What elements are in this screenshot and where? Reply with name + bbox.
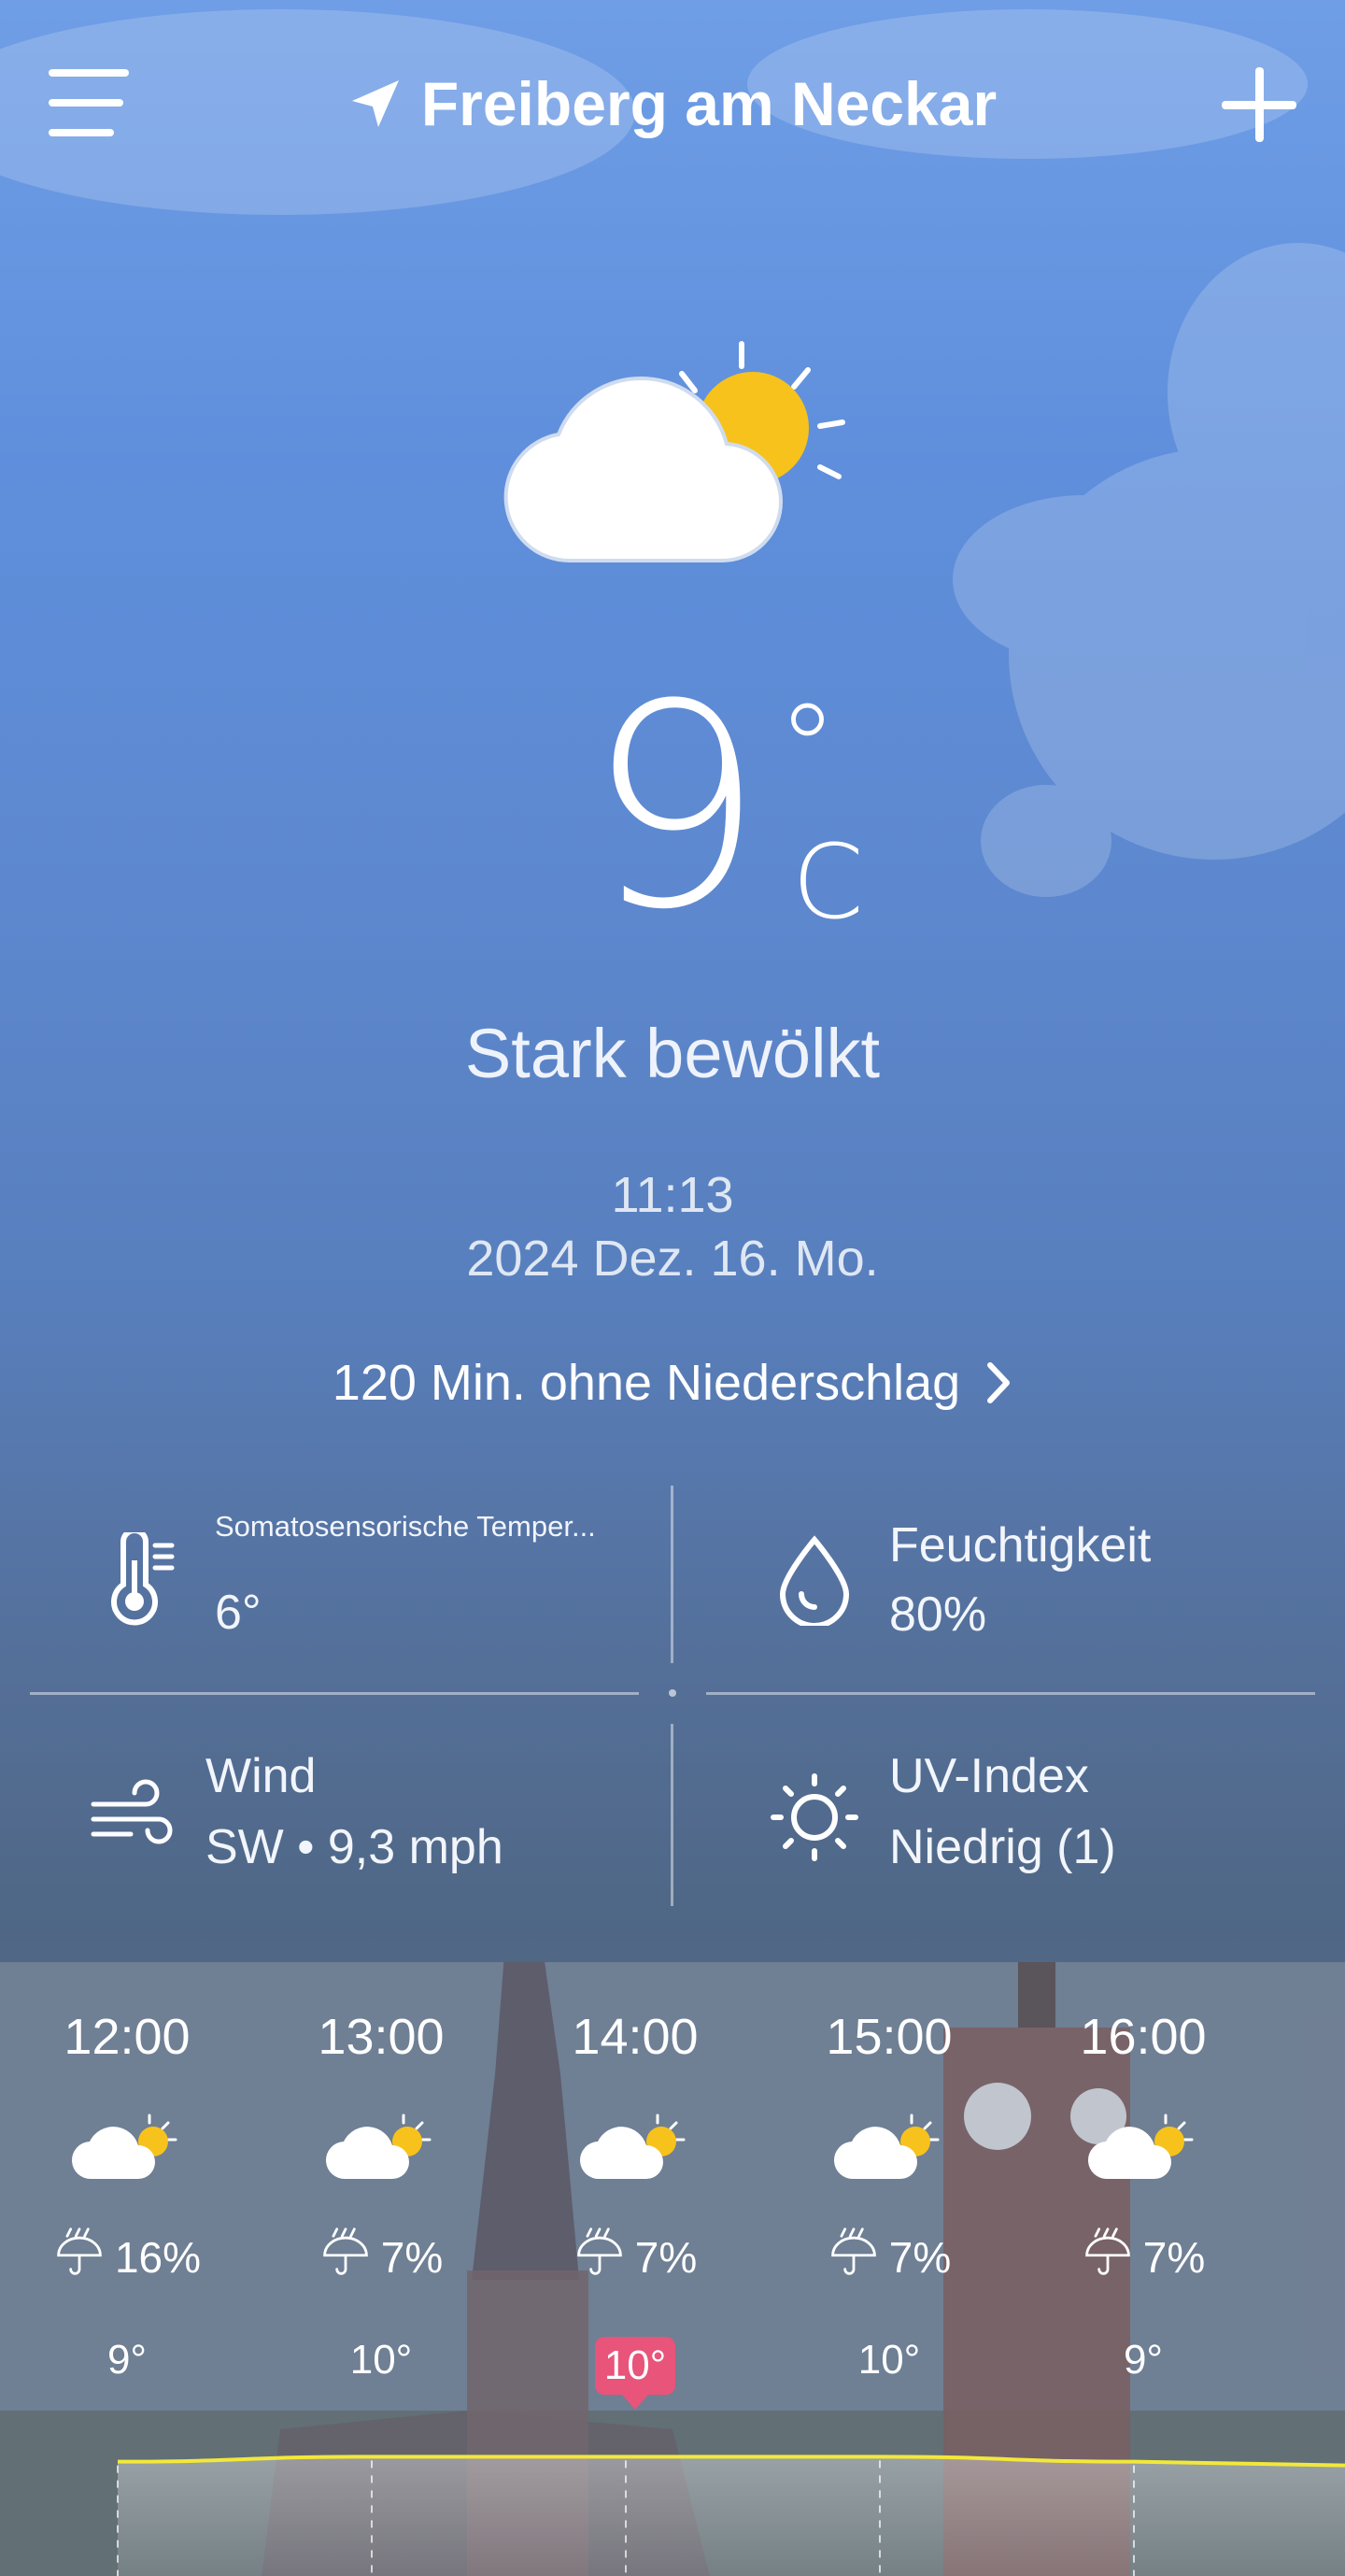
- grid-divider-horizontal: [30, 1692, 639, 1695]
- humidity-label: Feuchtigkeit: [889, 1518, 1152, 1573]
- hourly-item[interactable]: 15:00 7% 10°: [777, 2000, 1001, 2384]
- hourly-time: 13:00: [318, 2009, 445, 2065]
- feels-like-cell[interactable]: Somatosensorische Temper... 6°: [19, 1476, 654, 1682]
- hourly-temp-highlight: 10°: [594, 2337, 676, 2410]
- wind-icon: [91, 1779, 173, 1844]
- weather-condition: Stark bewölkt: [464, 1015, 881, 1092]
- degree-symbol: °: [777, 677, 838, 819]
- menu-button[interactable]: [49, 69, 129, 138]
- menu-icon: [49, 69, 129, 77]
- feels-like-label: Somatosensorische Temper...: [215, 1510, 596, 1543]
- partly-cloudy-icon: [1087, 2112, 1199, 2186]
- hourly-item[interactable]: 13:00 7% 10°: [269, 2000, 493, 2384]
- location-name: Freiberg am Neckar: [420, 69, 998, 138]
- umbrella-rain-icon: [828, 2226, 880, 2288]
- thermometer-icon: [111, 1532, 175, 1626]
- hourly-rain-value: 7%: [380, 2232, 444, 2282]
- hourly-temp: 9°: [1123, 2337, 1164, 2383]
- hourly-item[interactable]: 14:00 7% 10°: [523, 2000, 747, 2410]
- hourly-temp: 10°: [857, 2337, 921, 2383]
- wind-value: SW • 9,3 mph: [205, 1820, 503, 1874]
- humidity-cell[interactable]: Feuchtigkeit 80%: [693, 1476, 1328, 1682]
- partly-cloudy-icon: [833, 2112, 945, 2186]
- hourly-rain-value: 7%: [888, 2232, 952, 2282]
- grid-center-dot: [669, 1689, 676, 1697]
- current-temperature: 9: [586, 645, 765, 971]
- partly-cloudy-icon: [71, 2112, 183, 2186]
- feels-like-value: 6°: [215, 1586, 262, 1640]
- hourly-rain-chance: 16%: [15, 2226, 239, 2288]
- hourly-rain-chance: 7%: [1031, 2226, 1255, 2288]
- current-time: 11:13: [611, 1167, 734, 1223]
- hourly-rain-chance: 7%: [269, 2226, 493, 2288]
- grid-divider-vertical: [671, 1486, 673, 1663]
- droplet-icon: [779, 1535, 850, 1626]
- hourly-rain-value: 7%: [634, 2232, 698, 2282]
- location-arrow-icon: [351, 80, 399, 127]
- hourly-time: 15:00: [826, 2009, 953, 2065]
- uv-index-label: UV-Index: [889, 1749, 1089, 1803]
- uv-index-cell[interactable]: UV-Index Niedrig (1): [693, 1715, 1328, 1920]
- hourly-rain-value: 16%: [114, 2232, 202, 2282]
- partly-cloudy-icon: [325, 2112, 437, 2186]
- wind-label: Wind: [205, 1749, 317, 1803]
- hourly-item[interactable]: 12:00 16% 9°: [15, 2000, 239, 2384]
- umbrella-rain-icon: [573, 2226, 626, 2288]
- wind-cell[interactable]: Wind SW • 9,3 mph: [9, 1715, 644, 1920]
- hourly-rain-chance: 7%: [777, 2226, 1001, 2288]
- hourly-time: 16:00: [1080, 2009, 1207, 2065]
- location-title[interactable]: Freiberg am Neckar: [336, 62, 1009, 146]
- hourly-rain-value: 7%: [1142, 2232, 1206, 2282]
- hourly-temp: 9°: [106, 2337, 148, 2383]
- uv-index-value: Niedrig (1): [889, 1820, 1116, 1874]
- humidity-value: 80%: [889, 1587, 987, 1642]
- umbrella-rain-icon: [1082, 2226, 1134, 2288]
- umbrella-rain-icon: [53, 2226, 106, 2288]
- hourly-time: 14:00: [572, 2009, 699, 2065]
- temperature-unit: C: [792, 822, 864, 942]
- precipitation-forecast-link[interactable]: 120 Min. ohne Niederschlag: [0, 1350, 1345, 1416]
- hourly-rain-chance: 7%: [523, 2226, 747, 2288]
- hourly-item[interactable]: 16:00 7% 9°: [1031, 2000, 1255, 2384]
- hourly-time: 12:00: [64, 2009, 191, 2065]
- grid-divider-vertical: [671, 1724, 673, 1906]
- partly-cloudy-icon: [579, 2112, 691, 2186]
- temperature-curve: [117, 2455, 1345, 2576]
- grid-divider-horizontal: [706, 1692, 1315, 1695]
- hourly-temp: 10°: [349, 2337, 413, 2383]
- add-location-button[interactable]: [1222, 67, 1296, 142]
- umbrella-rain-icon: [319, 2226, 372, 2288]
- precipitation-forecast-text: 120 Min. ohne Niederschlag: [332, 1355, 961, 1411]
- current-date: 2024 Dez. 16. Mo.: [466, 1231, 879, 1287]
- uv-sun-icon: [771, 1773, 858, 1861]
- chevron-right-icon: [987, 1362, 1011, 1403]
- partly-cloudy-icon: [503, 341, 845, 563]
